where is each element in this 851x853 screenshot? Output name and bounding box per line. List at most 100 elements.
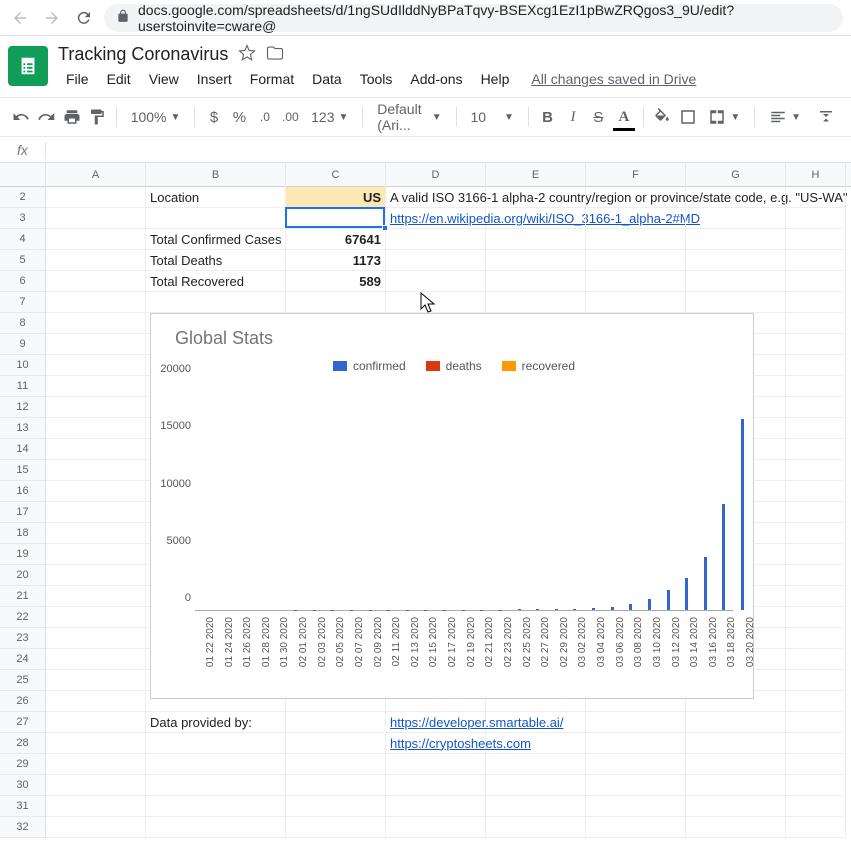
cell-c31[interactable] bbox=[286, 796, 386, 817]
menu-data[interactable]: Data bbox=[304, 67, 350, 91]
font-size-dropdown[interactable]: 10▼ bbox=[464, 104, 519, 130]
row-header[interactable]: 31 bbox=[0, 796, 45, 817]
currency-button[interactable]: $ bbox=[203, 104, 224, 130]
save-status[interactable]: All changes saved in Drive bbox=[531, 71, 696, 87]
cell-a14[interactable] bbox=[46, 439, 146, 460]
cell-f31[interactable] bbox=[586, 796, 686, 817]
cell-c2[interactable]: US bbox=[286, 187, 386, 208]
cell-h14[interactable] bbox=[786, 439, 846, 460]
align-dropdown[interactable]: ▼ bbox=[763, 104, 807, 130]
cell-a27[interactable] bbox=[46, 712, 146, 733]
cell-a3[interactable] bbox=[46, 208, 146, 229]
zoom-dropdown[interactable]: 100%▼ bbox=[125, 104, 187, 130]
forward-button[interactable] bbox=[40, 6, 64, 30]
cell-h8[interactable] bbox=[786, 313, 846, 334]
cell-h31[interactable] bbox=[786, 796, 846, 817]
redo-button[interactable] bbox=[35, 104, 56, 130]
cell-h27[interactable] bbox=[786, 712, 846, 733]
cell-b3[interactable] bbox=[146, 208, 286, 229]
cell-b27[interactable]: Data provided by: bbox=[146, 712, 286, 733]
cell-e6[interactable] bbox=[486, 271, 586, 292]
cell-a8[interactable] bbox=[46, 313, 146, 334]
cell-h17[interactable] bbox=[786, 502, 846, 523]
row-header[interactable]: 3 bbox=[0, 208, 45, 229]
cell-d4[interactable] bbox=[386, 229, 486, 250]
cell-g28[interactable] bbox=[686, 733, 786, 754]
cell-d7[interactable] bbox=[386, 292, 486, 313]
menu-help[interactable]: Help bbox=[473, 67, 518, 91]
col-header-b[interactable]: B bbox=[146, 163, 286, 187]
col-header-d[interactable]: D bbox=[386, 163, 486, 187]
cell-f29[interactable] bbox=[586, 754, 686, 775]
col-header-c[interactable]: C bbox=[286, 163, 386, 187]
row-header[interactable]: 17 bbox=[0, 502, 45, 523]
row-header[interactable]: 23 bbox=[0, 628, 45, 649]
menu-tools[interactable]: Tools bbox=[352, 67, 401, 91]
cell-a28[interactable] bbox=[46, 733, 146, 754]
cell-c28[interactable] bbox=[286, 733, 386, 754]
cell-a5[interactable] bbox=[46, 250, 146, 271]
cell-h11[interactable] bbox=[786, 376, 846, 397]
cell-d6[interactable] bbox=[386, 271, 486, 292]
decrease-decimal-button[interactable]: .0 bbox=[254, 104, 275, 130]
cell-h10[interactable] bbox=[786, 355, 846, 376]
cell-a25[interactable] bbox=[46, 670, 146, 691]
star-icon[interactable] bbox=[238, 44, 256, 65]
col-header-f[interactable]: F bbox=[586, 163, 686, 187]
cell-d32[interactable] bbox=[386, 817, 486, 838]
menu-view[interactable]: View bbox=[141, 67, 187, 91]
menu-file[interactable]: File bbox=[58, 67, 97, 91]
row-header[interactable]: 26 bbox=[0, 691, 45, 712]
cell-a24[interactable] bbox=[46, 649, 146, 670]
cell-f5[interactable] bbox=[586, 250, 686, 271]
cell-a23[interactable] bbox=[46, 628, 146, 649]
cell-b4[interactable]: Total Confirmed Cases bbox=[146, 229, 286, 250]
italic-button[interactable]: I bbox=[562, 104, 583, 130]
cell-a7[interactable] bbox=[46, 292, 146, 313]
fill-handle[interactable] bbox=[382, 225, 388, 231]
cell-h6[interactable] bbox=[786, 271, 846, 292]
cell-h12[interactable] bbox=[786, 397, 846, 418]
cell-h25[interactable] bbox=[786, 670, 846, 691]
merge-cells-button[interactable]: ▼ bbox=[702, 104, 746, 130]
cell-b28[interactable] bbox=[146, 733, 286, 754]
cell-c5[interactable]: 1173 bbox=[286, 250, 386, 271]
cell-f30[interactable] bbox=[586, 775, 686, 796]
cell-g6[interactable] bbox=[686, 271, 786, 292]
strikethrough-button[interactable]: S bbox=[588, 104, 609, 130]
cell-b5[interactable]: Total Deaths bbox=[146, 250, 286, 271]
percent-button[interactable]: % bbox=[229, 104, 250, 130]
fill-color-button[interactable] bbox=[651, 104, 672, 130]
cell-e4[interactable] bbox=[486, 229, 586, 250]
cell-f28[interactable] bbox=[586, 733, 686, 754]
cell-g4[interactable] bbox=[686, 229, 786, 250]
cell-d2[interactable]: A valid ISO 3166-1 alpha-2 country/regio… bbox=[386, 187, 486, 208]
cell-a32[interactable] bbox=[46, 817, 146, 838]
cell-a12[interactable] bbox=[46, 397, 146, 418]
row-header[interactable]: 19 bbox=[0, 544, 45, 565]
cell-a26[interactable] bbox=[46, 691, 146, 712]
cell-b2[interactable]: Location bbox=[146, 187, 286, 208]
row-header[interactable]: 8 bbox=[0, 313, 45, 334]
cell-g31[interactable] bbox=[686, 796, 786, 817]
url-bar[interactable]: docs.google.com/spreadsheets/d/1ngSUdIld… bbox=[104, 4, 843, 32]
row-header[interactable]: 21 bbox=[0, 586, 45, 607]
row-header[interactable]: 4 bbox=[0, 229, 45, 250]
cell-d31[interactable] bbox=[386, 796, 486, 817]
borders-button[interactable] bbox=[677, 104, 698, 130]
document-title[interactable]: Tracking Coronavirus bbox=[58, 44, 228, 65]
move-folder-icon[interactable] bbox=[266, 44, 284, 65]
cell-e3[interactable] bbox=[486, 208, 586, 229]
menu-addons[interactable]: Add-ons bbox=[402, 67, 470, 91]
cell-e29[interactable] bbox=[486, 754, 586, 775]
cell-f32[interactable] bbox=[586, 817, 686, 838]
cell-h21[interactable] bbox=[786, 586, 846, 607]
cell-h2[interactable] bbox=[786, 187, 846, 208]
cell-b7[interactable] bbox=[146, 292, 286, 313]
cell-b30[interactable] bbox=[146, 775, 286, 796]
cell-f4[interactable] bbox=[586, 229, 686, 250]
row-header[interactable]: 6 bbox=[0, 271, 45, 292]
print-button[interactable] bbox=[61, 104, 82, 130]
row-header[interactable]: 24 bbox=[0, 649, 45, 670]
menu-edit[interactable]: Edit bbox=[99, 67, 139, 91]
